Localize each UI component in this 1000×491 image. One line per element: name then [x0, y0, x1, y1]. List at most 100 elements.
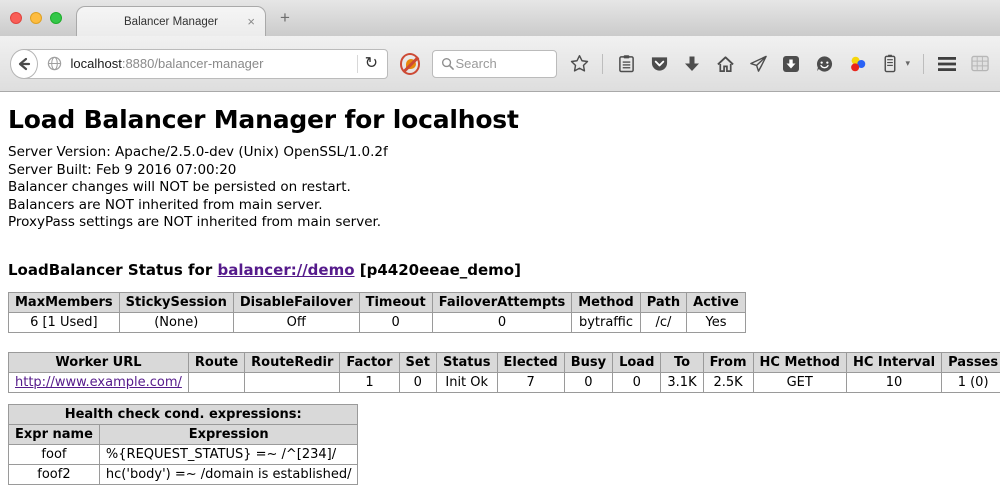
battery-icon[interactable]	[880, 54, 900, 74]
notice-proxypass: ProxyPass settings are NOT inherited fro…	[8, 214, 992, 232]
cell-maxmembers: 6 [1 Used]	[9, 312, 120, 332]
close-window-button[interactable]	[10, 12, 22, 24]
col-expression: Expression	[99, 424, 358, 444]
col-load: Load	[613, 352, 661, 372]
table-row: foof %{REQUEST_STATUS} =~ /^[234]/	[9, 444, 358, 464]
col-stickysession: StickySession	[119, 292, 233, 312]
tab-bar: Balancer Manager × +	[0, 0, 1000, 36]
url-path: :8880/balancer-manager	[122, 56, 264, 71]
col-worker-url: Worker URL	[9, 352, 189, 372]
search-box[interactable]	[432, 50, 557, 78]
chevron-down-icon[interactable]: ▾	[905, 58, 910, 69]
col-from: From	[703, 352, 753, 372]
col-to: To	[661, 352, 703, 372]
col-factor: Factor	[340, 352, 399, 372]
send-icon[interactable]	[748, 54, 768, 74]
cell-routeredir	[245, 372, 340, 392]
globe-icon	[45, 54, 65, 74]
cell-failoverattempts: 0	[432, 312, 572, 332]
table-header-row: Expr name Expression	[9, 424, 358, 444]
page-content: Load Balancer Manager for localhost Serv…	[0, 92, 1000, 491]
cell-hc-interval: 10	[846, 372, 941, 392]
health-check-table: Health check cond. expressions: Expr nam…	[8, 404, 358, 485]
toolbar-divider	[602, 54, 603, 74]
col-hc-method: HC Method	[753, 352, 846, 372]
table-row: http://www.example.com/ 1 0 Init Ok 7 0 …	[9, 372, 1000, 392]
worker-url-link[interactable]: http://www.example.com/	[15, 375, 182, 390]
col-failoverattempts: FailoverAttempts	[432, 292, 572, 312]
search-input[interactable]	[455, 56, 550, 71]
cell-passes: 1 (0)	[942, 372, 1000, 392]
cell-factor: 1	[340, 372, 399, 392]
url-host: localhost	[71, 56, 122, 71]
table-header-row: MaxMembers StickySession DisableFailover…	[9, 292, 746, 312]
status-heading-suffix: [p4420eeae_demo]	[355, 261, 521, 279]
cell-hc-method: GET	[753, 372, 846, 392]
cell-stickysession: (None)	[119, 312, 233, 332]
page-title: Load Balancer Manager for localhost	[8, 105, 992, 134]
cell-worker-url: http://www.example.com/	[9, 372, 189, 392]
col-route: Route	[188, 352, 244, 372]
cell-expression: hc('body') =~ /domain is established/	[99, 464, 358, 484]
cell-expr-name: foof2	[9, 464, 100, 484]
flashblock-ban-icon[interactable]	[400, 53, 420, 75]
cell-path: /c/	[640, 312, 686, 332]
status-heading-prefix: LoadBalancer Status for	[8, 261, 217, 279]
zoom-window-button[interactable]	[50, 12, 62, 24]
cell-expr-name: foof	[9, 444, 100, 464]
back-button[interactable]	[10, 49, 38, 79]
nav-toolbar: localhost:8880/balancer-manager ↻	[0, 36, 1000, 92]
bookmark-star-icon[interactable]	[569, 54, 589, 74]
col-expr-name: Expr name	[9, 424, 100, 444]
browser-window: Balancer Manager × + localhost:8880/bala…	[0, 0, 1000, 491]
col-timeout: Timeout	[359, 292, 432, 312]
table-header-row: Worker URL Route RouteRedir Factor Set S…	[9, 352, 1000, 372]
toolbar-divider	[923, 54, 924, 74]
grid-icon[interactable]	[970, 54, 990, 74]
clipboard-icon[interactable]	[616, 54, 636, 74]
col-disablefailover: DisableFailover	[233, 292, 359, 312]
cell-elected: 7	[497, 372, 564, 392]
colored-dots-icon[interactable]	[847, 54, 867, 74]
notice-persist: Balancer changes will NOT be persisted o…	[8, 179, 992, 197]
cell-load: 0	[613, 372, 661, 392]
col-status: Status	[436, 352, 497, 372]
tab-balancer-manager[interactable]: Balancer Manager ×	[76, 6, 266, 36]
balancer-demo-link[interactable]: balancer://demo	[217, 261, 354, 279]
search-icon	[439, 56, 455, 72]
traffic-lights	[10, 12, 62, 24]
cell-method: bytraffic	[572, 312, 640, 332]
table-row: 6 [1 Used] (None) Off 0 0 bytraffic /c/ …	[9, 312, 746, 332]
cell-status: Init Ok	[436, 372, 497, 392]
cell-expression: %{REQUEST_STATUS} =~ /^[234]/	[99, 444, 358, 464]
minimize-window-button[interactable]	[30, 12, 42, 24]
back-icon	[14, 54, 34, 74]
server-info: Server Version: Apache/2.5.0-dev (Unix) …	[8, 144, 992, 232]
pocket-icon[interactable]	[649, 54, 669, 74]
col-maxmembers: MaxMembers	[9, 292, 120, 312]
reload-icon[interactable]: ↻	[365, 56, 387, 72]
url-bar[interactable]: localhost:8880/balancer-manager ↻	[22, 49, 389, 79]
notice-inherit: Balancers are NOT inherited from main se…	[8, 197, 992, 215]
balancer-status-heading: LoadBalancer Status for balancer://demo …	[8, 261, 992, 279]
balancer-settings-table: MaxMembers StickySession DisableFailover…	[8, 292, 746, 333]
cell-active: Yes	[687, 312, 746, 332]
cell-from: 2.5K	[703, 372, 753, 392]
col-passes: Passes	[942, 352, 1000, 372]
menu-icon[interactable]	[937, 54, 957, 74]
col-path: Path	[640, 292, 686, 312]
col-hc-interval: HC Interval	[846, 352, 941, 372]
new-tab-button[interactable]: +	[280, 8, 290, 28]
cell-disablefailover: Off	[233, 312, 359, 332]
downloads-icon[interactable]	[682, 54, 702, 74]
cell-set: 0	[399, 372, 436, 392]
smiley-icon[interactable]	[814, 54, 834, 74]
cell-timeout: 0	[359, 312, 432, 332]
download-box-icon[interactable]	[781, 54, 801, 74]
cell-route	[188, 372, 244, 392]
tab-close-icon[interactable]: ×	[247, 14, 255, 29]
toolbar-icons: ▾	[569, 54, 990, 74]
home-icon[interactable]	[715, 54, 735, 74]
col-busy: Busy	[564, 352, 612, 372]
col-set: Set	[399, 352, 436, 372]
